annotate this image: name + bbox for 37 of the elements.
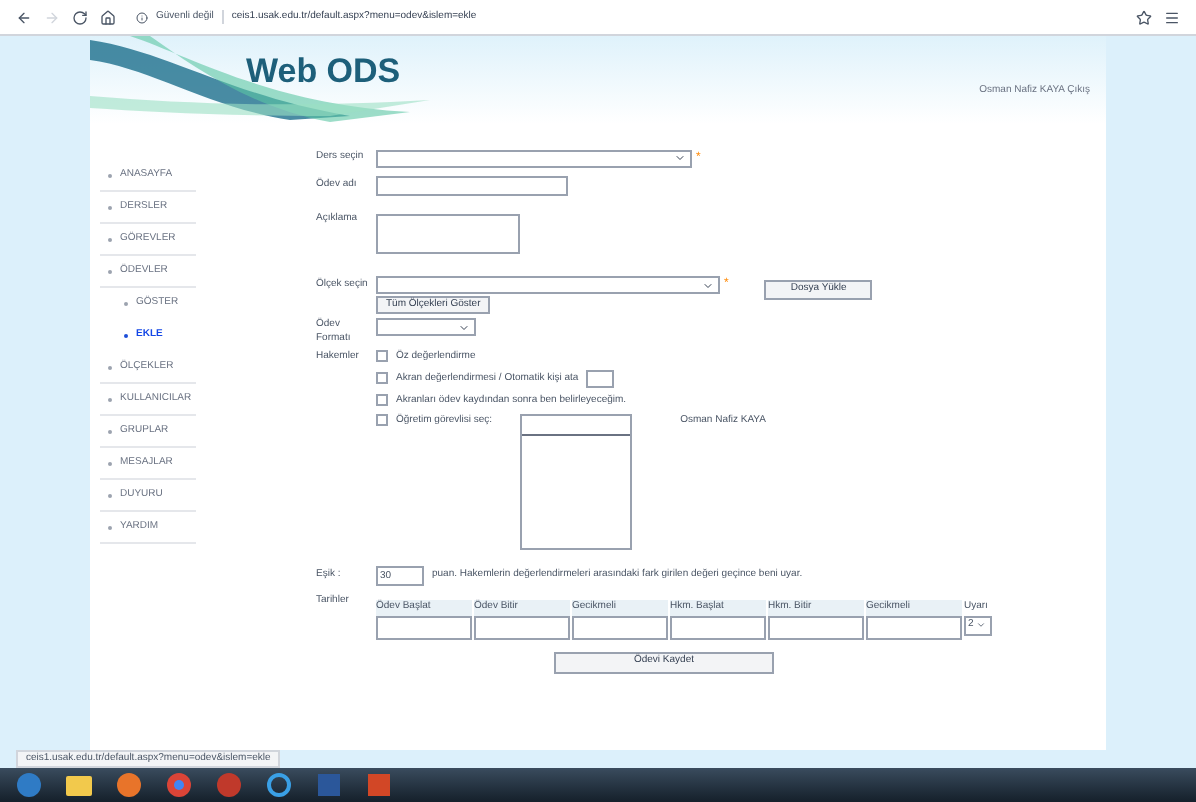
site-logo-text: Web ODS xyxy=(246,50,401,95)
bookmark-star-icon[interactable] xyxy=(1136,9,1152,25)
date-field[interactable] xyxy=(474,615,570,639)
home-icon[interactable] xyxy=(100,9,116,25)
slides-document-icon[interactable] xyxy=(366,772,392,798)
browser-globe-icon[interactable] xyxy=(116,772,142,798)
folder-icon[interactable] xyxy=(66,774,92,796)
date-field[interactable] xyxy=(670,615,766,639)
menu-icon[interactable] xyxy=(1164,9,1180,25)
forward-icon[interactable] xyxy=(44,9,60,25)
scale-select[interactable] xyxy=(376,276,720,294)
back-icon[interactable] xyxy=(16,9,32,25)
dropdown-caret-icon xyxy=(458,321,470,333)
date-field[interactable] xyxy=(866,615,962,639)
word-document-icon[interactable] xyxy=(316,772,342,798)
instructor-listbox[interactable] xyxy=(520,414,633,550)
checkbox[interactable] xyxy=(376,393,388,405)
assignment-name-field[interactable] xyxy=(376,176,568,196)
date-field[interactable] xyxy=(768,615,864,639)
dropdown-caret-icon xyxy=(674,152,686,164)
chrome-circle-icon[interactable] xyxy=(166,772,192,798)
reload-icon[interactable] xyxy=(72,9,88,25)
checkbox[interactable] xyxy=(376,371,388,383)
info-icon xyxy=(136,11,148,23)
course-select[interactable] xyxy=(376,149,692,167)
auto-assign-count-field[interactable] xyxy=(586,369,615,387)
dropdown-caret-icon xyxy=(975,620,986,630)
format-select[interactable] xyxy=(376,318,476,336)
dropdown-caret-icon xyxy=(702,279,714,291)
checkbox[interactable] xyxy=(376,414,388,426)
date-field[interactable] xyxy=(376,615,472,639)
checkbox[interactable] xyxy=(376,350,388,362)
date-field[interactable] xyxy=(572,615,668,639)
swoosh-logo-icon xyxy=(90,36,430,124)
description-field[interactable] xyxy=(376,214,520,254)
start-orb-icon[interactable] xyxy=(16,772,42,798)
app-circle-icon[interactable] xyxy=(216,772,242,798)
